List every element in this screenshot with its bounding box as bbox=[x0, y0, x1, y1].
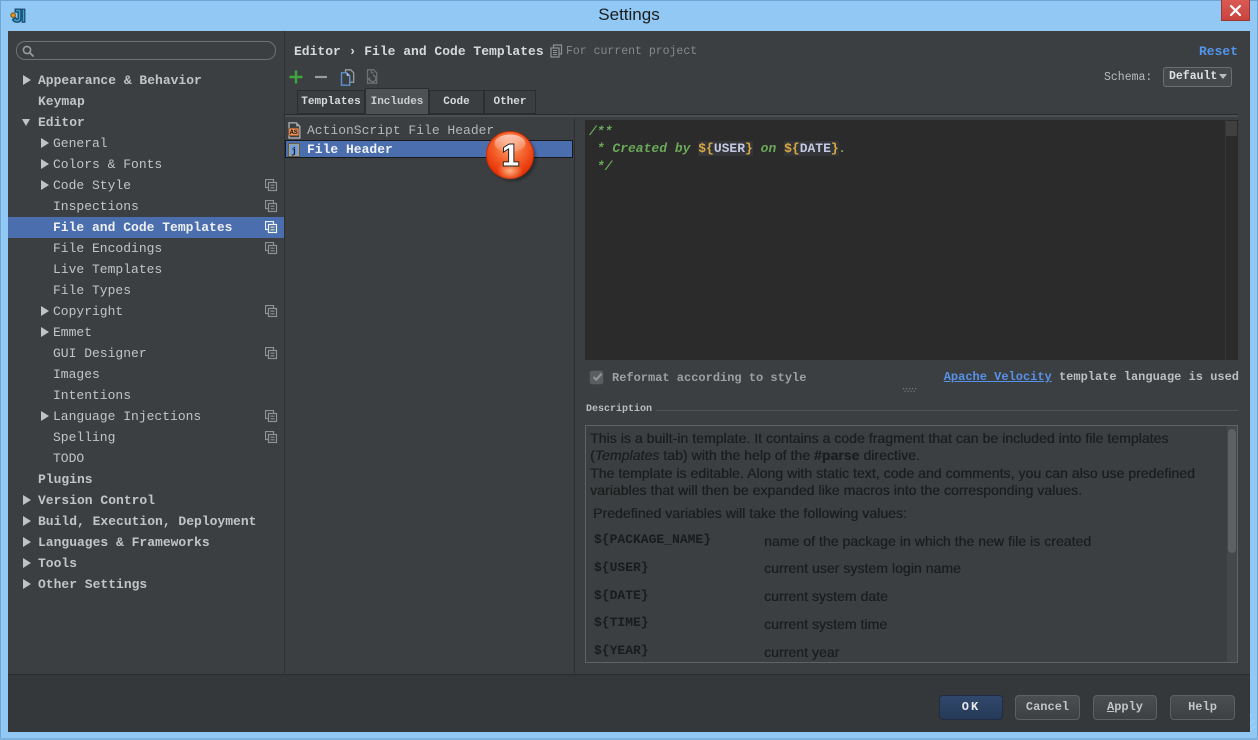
svg-text:1: 1 bbox=[502, 138, 519, 173]
svg-text:j: j bbox=[291, 147, 296, 157]
svg-text:AS: AS bbox=[290, 129, 298, 137]
